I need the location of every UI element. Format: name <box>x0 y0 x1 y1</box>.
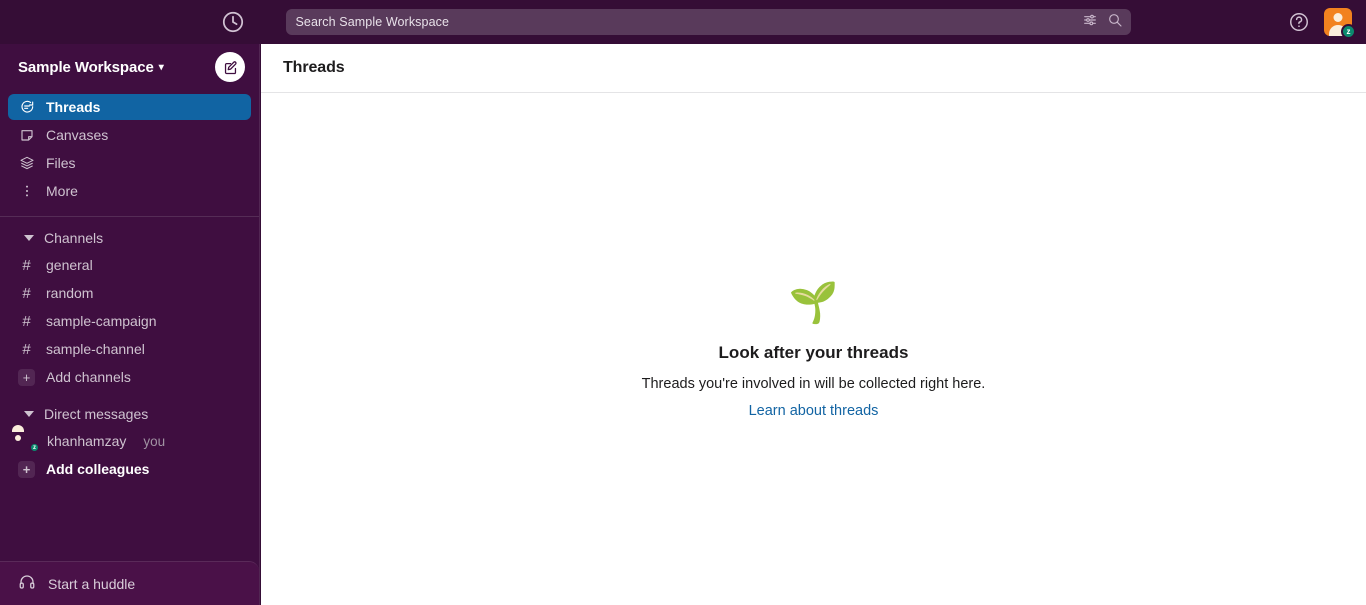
dm-section-label: Direct messages <box>44 406 149 422</box>
dm-section-header[interactable]: Direct messages <box>8 401 251 427</box>
add-channels-button[interactable]: + Add channels <box>8 363 251 391</box>
hash-icon: # <box>22 340 31 358</box>
channel-item-general[interactable]: # general <box>8 251 251 279</box>
start-huddle-button[interactable]: Start a huddle <box>0 561 259 605</box>
search-input[interactable]: Search Sample Workspace <box>285 9 1131 35</box>
sidebar-item-label: More <box>46 183 78 199</box>
workspace-header: Sample Workspace ▾ <box>0 44 259 90</box>
help-question-icon[interactable] <box>1288 11 1310 33</box>
main-body: 🌱 Look after your threads Threads you're… <box>261 93 1366 605</box>
search-icon[interactable] <box>1107 12 1123 33</box>
hash-icon: # <box>22 284 31 302</box>
start-huddle-label: Start a huddle <box>48 575 136 592</box>
search-input-text: Search Sample Workspace <box>295 15 450 29</box>
presence-away-badge: z <box>29 442 40 453</box>
dm-item-khanhamzay[interactable]: z khanhamzay you <box>8 425 251 455</box>
top-bar-center: Search Sample Workspace <box>260 0 1156 44</box>
plus-icon: + <box>18 460 35 478</box>
avatar[interactable]: z <box>1324 8 1356 39</box>
threads-icon <box>18 99 35 115</box>
workspace-switcher[interactable]: Sample Workspace ▾ <box>18 59 164 76</box>
plus-icon: + <box>18 368 35 386</box>
add-colleagues-label: Add colleagues <box>46 461 150 477</box>
channel-label: sample-channel <box>46 341 145 357</box>
main-panel: Threads 🌱 Look after your threads Thread… <box>261 44 1366 605</box>
avatar-head <box>1333 13 1343 22</box>
empty-state-description: Threads you're involved in will be colle… <box>641 376 986 392</box>
sidebar-item-threads[interactable]: Threads <box>8 94 251 120</box>
add-colleagues-button[interactable]: + Add colleagues <box>8 455 251 483</box>
primary-nav: Threads Canvases Files More <box>0 90 259 206</box>
canvas-icon <box>18 127 35 143</box>
empty-state-title: Look after your threads <box>718 343 909 362</box>
channels-section-label: Channels <box>44 230 104 246</box>
caret-down-icon <box>24 235 34 241</box>
sidebar-item-more[interactable]: More <box>8 178 251 204</box>
top-bar-left <box>0 0 260 44</box>
dm-label: khanhamzay <box>47 433 127 449</box>
channel-label: sample-campaign <box>46 313 157 329</box>
page-title: Threads <box>283 59 345 76</box>
sidebar-item-canvases[interactable]: Canvases <box>8 122 251 148</box>
presence-away-badge: z <box>1341 24 1356 39</box>
learn-about-threads-link[interactable]: Learn about threads <box>749 403 879 419</box>
sidebar-item-files[interactable]: Files <box>8 150 251 176</box>
seedling-emoji: 🌱 <box>788 281 839 325</box>
sidebar-item-label: Files <box>46 155 76 171</box>
channel-item-sample-campaign[interactable]: # sample-campaign <box>8 307 251 335</box>
clock-history-icon[interactable] <box>220 9 246 35</box>
sidebar-item-label: Canvases <box>46 127 109 143</box>
channel-label: random <box>46 285 94 301</box>
search-bar-icons <box>1082 12 1123 33</box>
chevron-down-icon: ▾ <box>158 61 164 73</box>
channel-item-sample-channel[interactable]: # sample-channel <box>8 335 251 363</box>
filter-sliders-icon[interactable] <box>1082 12 1098 33</box>
hash-icon: # <box>22 256 31 274</box>
more-dots-icon <box>18 183 35 199</box>
top-bar: Search Sample Workspace z <box>0 0 1366 44</box>
main-header: Threads <box>261 44 1366 93</box>
dm-avatar: z <box>12 425 40 453</box>
hash-icon: # <box>22 312 31 330</box>
sidebar: Sample Workspace ▾ Threads Canvases File… <box>0 44 260 605</box>
threads-empty-state: 🌱 Look after your threads Threads you're… <box>642 283 986 420</box>
compose-button[interactable] <box>215 52 245 82</box>
channels-section-header[interactable]: Channels <box>8 225 251 251</box>
dm-you-tag: you <box>143 433 166 449</box>
slack-window: Search Sample Workspace z Sample Workspa… <box>0 0 1366 605</box>
channel-label: general <box>46 257 93 273</box>
workspace-name: Sample Workspace <box>18 58 154 76</box>
sidebar-item-label: Threads <box>46 99 101 115</box>
caret-down-icon <box>24 411 34 417</box>
files-stack-icon <box>18 155 35 171</box>
sidebar-divider <box>0 216 259 217</box>
headphones-icon <box>18 573 36 594</box>
top-bar-right: z <box>1156 0 1366 44</box>
add-channels-label: Add channels <box>46 369 131 385</box>
channel-item-random[interactable]: # random <box>8 279 251 307</box>
